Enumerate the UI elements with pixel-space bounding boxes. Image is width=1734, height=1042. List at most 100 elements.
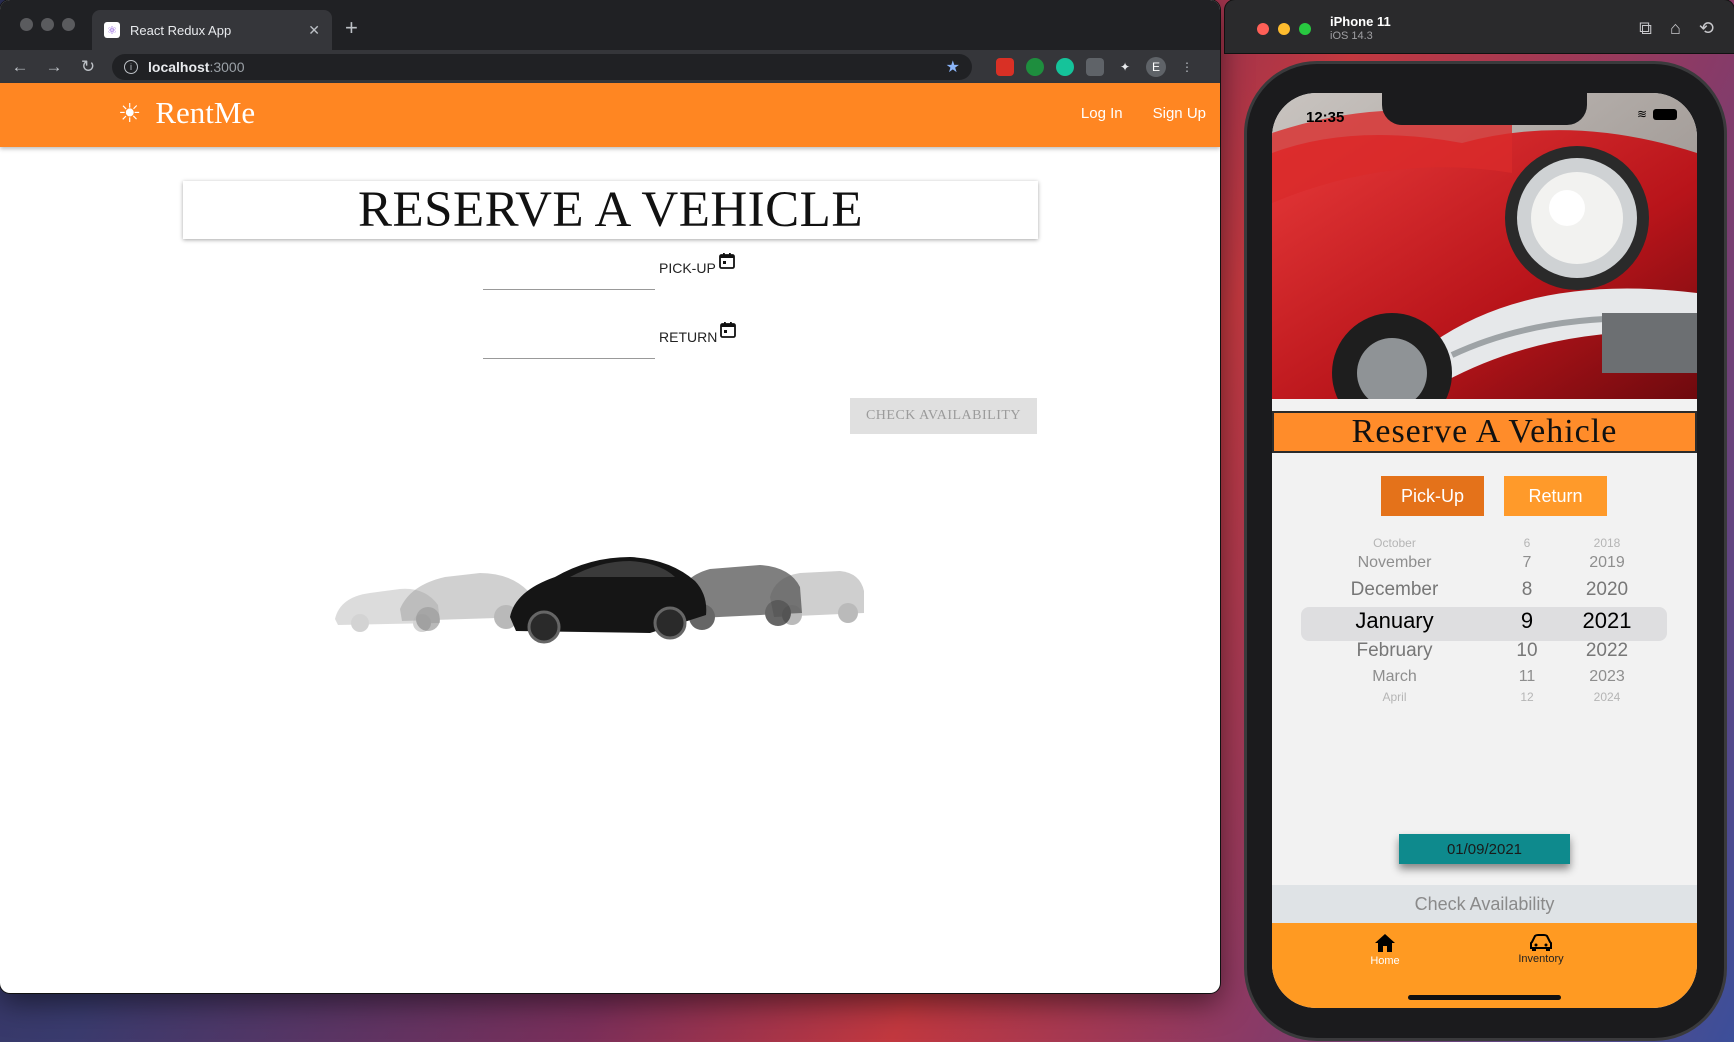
minimize-window-button[interactable] <box>41 18 54 31</box>
check-availability-button[interactable]: CHECK AVAILABILITY <box>850 398 1037 434</box>
brand[interactable]: ☀ RentMe <box>118 95 255 131</box>
browser-window: ⚛ React Redux App ✕ + ← → ↻ i localhost:… <box>0 0 1220 993</box>
nav-links: Log In Sign Up <box>1081 105 1206 122</box>
picker-row[interactable]: December 8 2020 <box>1272 576 1697 604</box>
device-os: iOS 14.3 <box>1330 30 1373 42</box>
login-link[interactable]: Log In <box>1081 105 1123 122</box>
pickup-field[interactable]: PICK-UP <box>483 252 736 290</box>
minimize-window-button[interactable] <box>1278 23 1290 35</box>
new-tab-icon[interactable]: + <box>345 15 358 41</box>
url-port: :3000 <box>209 58 245 75</box>
picker-year: 2022 <box>1585 640 1629 661</box>
tab-inventory-label: Inventory <box>1518 953 1564 965</box>
picker-row-selected[interactable]: January 9 2021 <box>1272 607 1697 635</box>
picker-row[interactable]: April 12 2024 <box>1272 683 1697 711</box>
extension-icon-green-ring[interactable] <box>1026 57 1044 76</box>
tab-inventory[interactable]: Inventory <box>1496 933 1586 965</box>
hero-classic-car-image <box>1272 93 1697 399</box>
app-bar: ☀ RentMe Log In Sign Up <box>0 83 1220 147</box>
title-card: RESERVE A VEHICLE <box>183 181 1038 239</box>
bookmark-star-icon[interactable]: ★ <box>946 57 960 77</box>
simulator-toolbar: ⧉ ⌂ ⟲ <box>1639 18 1714 39</box>
picker-year: 2021 <box>1582 608 1632 633</box>
mobile-page-title: Reserve A Vehicle <box>1351 413 1618 450</box>
return-field[interactable]: RETURN <box>483 321 737 359</box>
sun-icon: ☀ <box>118 97 142 128</box>
close-window-button[interactable] <box>20 18 33 31</box>
return-input-underline[interactable] <box>483 358 655 359</box>
wifi-icon: ≋ <box>1636 107 1647 121</box>
window-controls <box>20 18 75 31</box>
pickup-input-underline[interactable] <box>483 289 655 290</box>
close-window-button[interactable] <box>1257 23 1269 35</box>
brand-name: RentMe <box>155 95 256 130</box>
tab-home-label: Home <box>1370 955 1400 967</box>
battery-icon <box>1653 108 1677 120</box>
picker-day: 10 <box>1516 640 1538 661</box>
screenshot-icon[interactable]: ⧉ <box>1639 18 1652 39</box>
car-icon <box>1530 934 1552 951</box>
signup-link[interactable]: Sign Up <box>1153 105 1206 122</box>
picker-month: January <box>1355 608 1434 633</box>
tab-title: React Redux App <box>130 22 232 38</box>
picker-day: 7 <box>1522 554 1532 571</box>
picker-day: 6 <box>1523 536 1531 550</box>
kebab-menu-icon[interactable]: ⋮ <box>1178 58 1196 76</box>
vehicle-lineup-image <box>335 557 864 644</box>
calendar-icon[interactable] <box>718 252 736 270</box>
pickup-label: PICK-UP <box>659 260 716 276</box>
page-title: RESERVE A VEHICLE <box>357 182 863 238</box>
picker-year: 2018 <box>1593 536 1621 550</box>
pickup-button[interactable]: Pick-Up <box>1381 476 1484 516</box>
extension-icon-red[interactable] <box>996 57 1014 76</box>
rotate-icon[interactable]: ⟲ <box>1699 18 1714 39</box>
picker-year: 2020 <box>1585 579 1629 600</box>
grammarly-icon[interactable] <box>1056 57 1074 76</box>
picker-month: April <box>1382 690 1407 704</box>
forward-arrow-icon[interactable]: → <box>44 57 64 77</box>
status-icons: ≋ <box>1637 107 1677 121</box>
picker-month: December <box>1350 579 1439 600</box>
status-time: 12:35 <box>1306 109 1345 126</box>
tab-home[interactable]: Home <box>1340 933 1430 967</box>
home-indicator <box>1408 995 1561 1000</box>
bottom-tab-bar: Home Inventory <box>1272 923 1697 1008</box>
profile-avatar[interactable]: E <box>1146 56 1166 77</box>
address-bar[interactable]: i localhost:3000 ★ <box>112 53 972 80</box>
close-tab-icon[interactable]: ✕ <box>308 22 320 39</box>
picker-row[interactable]: November 7 2019 <box>1272 549 1697 577</box>
mobile-title-banner: Reserve A Vehicle <box>1272 411 1697 453</box>
return-label: RETURN <box>659 329 718 345</box>
site-info-icon[interactable]: i <box>124 59 138 74</box>
zoom-window-button[interactable] <box>62 18 75 31</box>
extension-icon-gray[interactable] <box>1086 57 1104 76</box>
calendar-icon[interactable] <box>719 321 737 339</box>
home-icon[interactable]: ⌂ <box>1670 18 1681 39</box>
iphone-frame: 12:35 ≋ Reserve A Vehicle Pick-Up Return… <box>1247 64 1724 1038</box>
tab-strip: ⚛ React Redux App ✕ + <box>0 0 1220 50</box>
picker-month: October <box>1373 536 1416 550</box>
return-button[interactable]: Return <box>1504 476 1607 516</box>
browser-tab[interactable]: ⚛ React Redux App ✕ <box>92 10 332 50</box>
picker-day: 12 <box>1520 690 1534 704</box>
date-picker-wheel[interactable]: October 6 2018 November 7 2019 December 8 2020 Ja… <box>1272 533 1697 713</box>
mobile-check-availability-button[interactable]: Check Availability <box>1272 885 1697 923</box>
selected-date-button[interactable]: 01/09/2021 <box>1399 834 1570 864</box>
back-arrow-icon[interactable]: ← <box>10 57 30 77</box>
picker-month: November <box>1357 554 1432 571</box>
react-favicon-icon: ⚛ <box>104 22 120 38</box>
reload-icon[interactable]: ↻ <box>78 57 98 77</box>
url-host: localhost <box>148 58 210 75</box>
picker-year: 2019 <box>1589 554 1625 571</box>
picker-day: 8 <box>1521 579 1533 600</box>
picker-row[interactable]: February 10 2022 <box>1272 637 1697 665</box>
extensions-area: ✦ E ⋮ <box>996 56 1196 77</box>
picker-month: February <box>1356 640 1433 661</box>
device-name: iPhone 11 <box>1330 14 1391 29</box>
browser-toolbar: ← → ↻ i localhost:3000 ★ ✦ E ⋮ <box>0 50 1220 83</box>
picker-day: 9 <box>1520 608 1534 633</box>
puzzle-extensions-icon[interactable]: ✦ <box>1116 58 1134 76</box>
zoom-window-button[interactable] <box>1299 23 1311 35</box>
picker-year: 2024 <box>1593 690 1621 704</box>
home-icon <box>1375 934 1395 952</box>
